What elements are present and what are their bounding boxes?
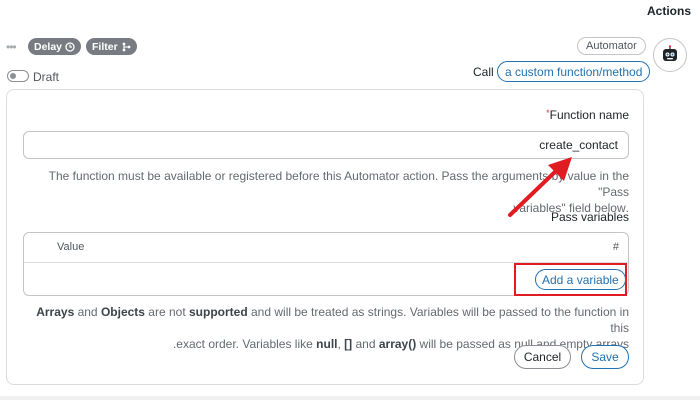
note-text: and (352, 337, 379, 351)
note-text: .exact order. Variables like (172, 337, 317, 351)
bottom-scrollbar (0, 396, 700, 400)
toggle-knob (10, 73, 16, 79)
call-label: Call (473, 65, 494, 79)
null-term: null (316, 337, 338, 351)
automator-badge: Automator (577, 37, 646, 55)
note-text: and will be treated as strings. Variable… (247, 305, 629, 335)
clock-icon (65, 41, 75, 52)
save-button[interactable]: Save (581, 345, 629, 369)
add-variable-button[interactable]: Add a variable (535, 269, 626, 290)
annotation-arrow-icon (500, 155, 580, 230)
filter-button[interactable]: Filter (86, 38, 137, 55)
more-options-icon[interactable]: ••• (6, 40, 17, 54)
objects-term: Objects (100, 305, 145, 319)
robot-avatar-icon (653, 38, 687, 72)
call-type-selector[interactable]: a custom function/method (497, 61, 651, 82)
variables-table-header: Value # (24, 233, 628, 263)
filter-branch-icon (121, 42, 131, 52)
supported-term: supported (189, 305, 248, 319)
column-header-value: Value (57, 241, 85, 253)
page-title: Actions (646, 4, 691, 18)
arrays-note-line-1: Arrays and Objects are not supported and… (23, 304, 629, 336)
draft-label: Draft (33, 70, 60, 84)
column-header-index: # (612, 241, 619, 253)
arrays-term: Arrays (36, 305, 75, 319)
function-name-label: *Function name (546, 108, 629, 122)
delay-button[interactable]: Delay (28, 38, 82, 55)
note-text: are not (144, 305, 189, 319)
function-name-label-text: Function name (549, 108, 629, 122)
note-text: and (74, 305, 101, 319)
brackets-term: [] (344, 337, 353, 351)
delay-label: Delay (34, 40, 63, 53)
draft-toggle[interactable] (7, 70, 29, 82)
cancel-button[interactable]: Cancel (514, 345, 571, 369)
filter-label: Filter (92, 40, 118, 53)
array-fn-term: array() (378, 337, 417, 351)
